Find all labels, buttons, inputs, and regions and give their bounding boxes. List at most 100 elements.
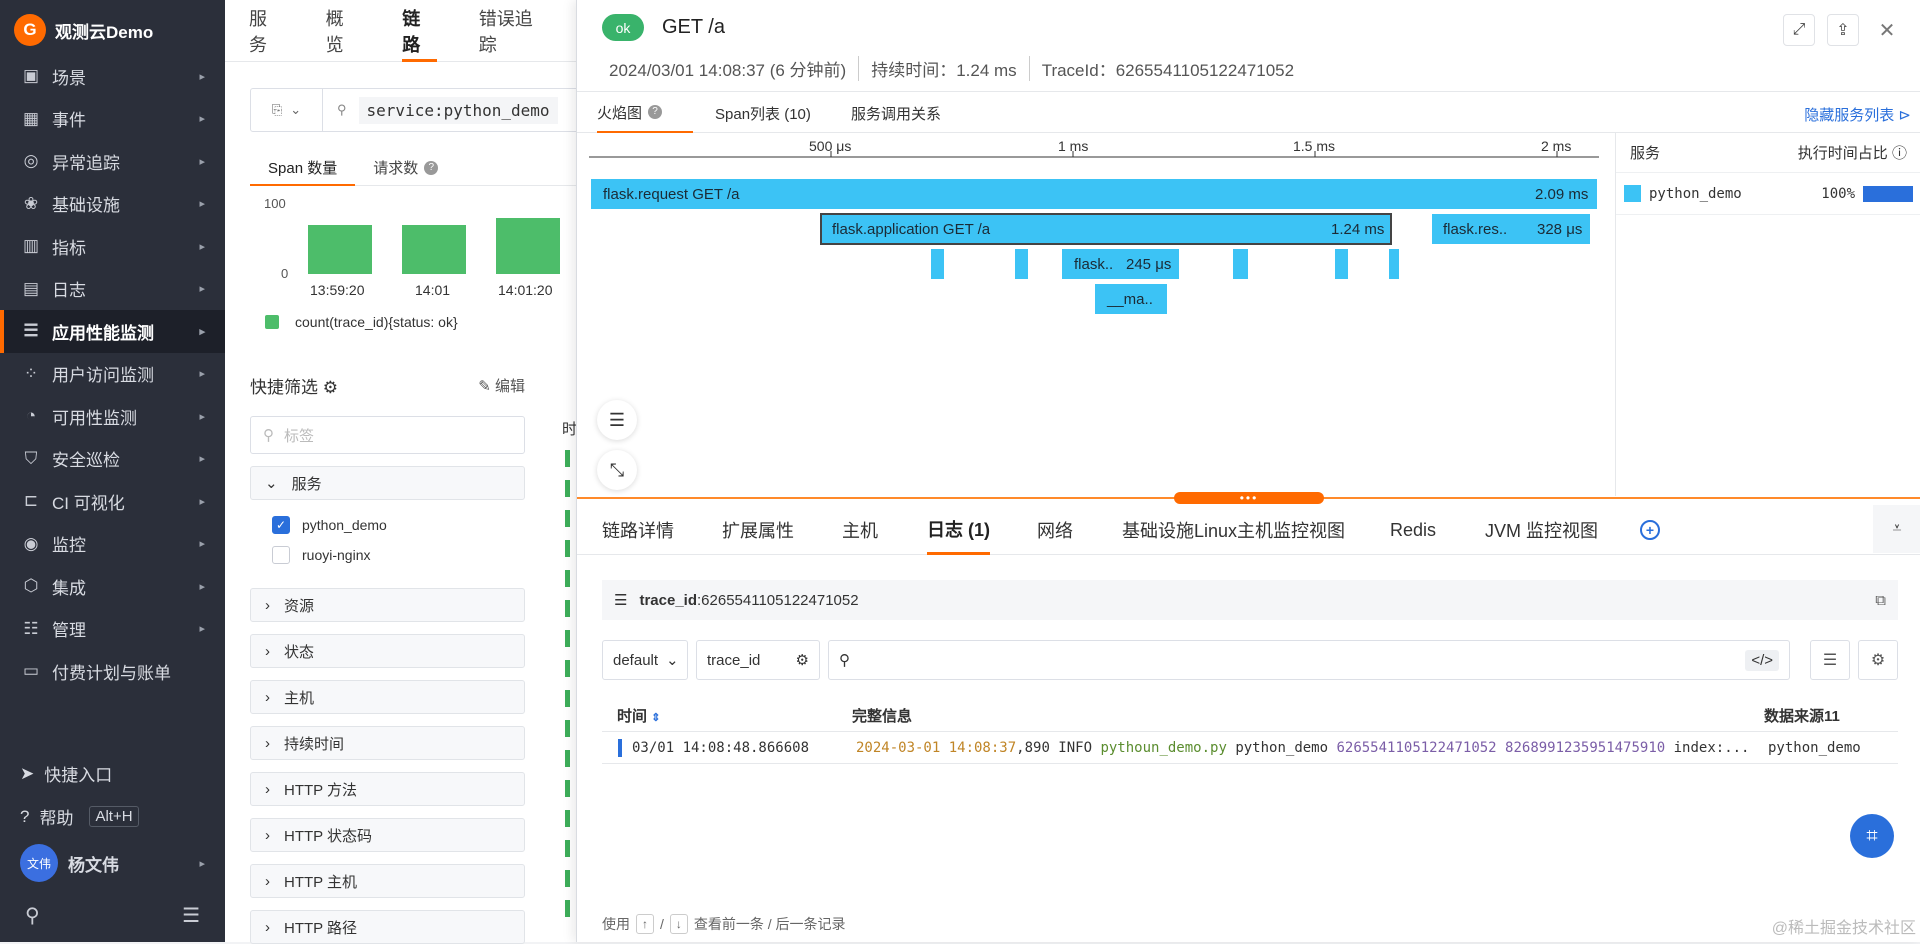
filter-group-service[interactable]: ⌄ 服务 [250,466,525,500]
gear-icon[interactable]: ⚙ [323,378,338,397]
table-row[interactable] [565,690,570,707]
open-external-icon[interactable]: ⧉ [1875,592,1886,609]
sidebar-item-monitoring[interactable]: ◉ 监控 ▸ [0,523,225,566]
table-row[interactable] [565,570,570,587]
filter-expression[interactable]: trace_id:6265541105122471052 [639,592,858,609]
list-view-icon[interactable]: ☰ [1810,640,1850,680]
trace-id[interactable]: TraceId：6265541105122471052 [1030,56,1306,81]
filter-group-http-host[interactable]: › HTTP 主机 [250,864,525,898]
log-search-input[interactable]: ⚲ </> [828,640,1790,680]
field-select[interactable]: trace_id ⚙ [696,640,820,680]
settings-icon[interactable]: ⚙ [1858,640,1898,680]
user-menu[interactable]: 文伟 杨文伟 ▸ [0,838,225,888]
brand-logo[interactable]: G 观测云Demo [14,14,153,46]
chart-legend[interactable]: count(trace_id){status: ok} [265,314,458,330]
screenshot-scan-icon[interactable]: ⌗ [1850,814,1894,858]
table-row[interactable] [565,660,570,677]
tab-trace-detail[interactable]: 链路详情 [602,505,674,555]
sidebar-item-ci[interactable]: ⊏ CI 可视化 ▸ [0,480,225,523]
quick-entry-link[interactable]: ➤ 快捷入口 [0,752,225,795]
table-row[interactable]: 03/01 14:08:48.866608 2024-03-01 14:08:3… [602,732,1898,764]
tab-network[interactable]: 网络 [1037,505,1073,555]
tab-request-count[interactable]: 请求数? [355,150,456,185]
tab-error-tracking[interactable]: 错误追踪 [479,0,548,62]
table-row[interactable] [565,510,570,527]
sidebar-item-metrics[interactable]: ▥ 指标 ▸ [0,225,225,268]
gear-icon[interactable]: ⚙ [796,651,809,669]
help-link[interactable]: ? 帮助 Alt+H [0,795,225,838]
table-row[interactable] [565,780,570,797]
table-row[interactable] [565,540,570,557]
checkbox-checked[interactable]: ✓ [272,516,290,534]
tab-extended-attributes[interactable]: 扩展属性 [722,505,794,555]
tab-logs[interactable]: 日志 (1) [927,505,990,555]
sidebar-item-logs[interactable]: ▤ 日志 ▸ [0,268,225,311]
tab-flame-graph[interactable]: 火焰图? [597,93,693,133]
close-icon[interactable]: ✕ [1871,14,1903,46]
search-token[interactable]: service:python_demo [358,96,558,124]
sidebar-item-scenes[interactable]: ▣ 场景 ▸ [0,55,225,98]
span-tree-toggle-icon[interactable]: ☰ [597,400,637,440]
code-view-icon[interactable]: </> [1745,649,1779,671]
filter-group-duration[interactable]: › 持续时间 [250,726,525,760]
filter-group-status[interactable]: › 状态 [250,634,525,668]
table-row[interactable] [565,870,570,887]
table-row[interactable] [565,600,570,617]
sort-icon[interactable]: ⇕ [651,712,660,724]
filter-group-host[interactable]: › 主机 [250,680,525,714]
table-row[interactable] [565,900,570,917]
sidebar-item-billing[interactable]: ▭ 付费计划与账单 [0,650,225,693]
table-row[interactable] [565,450,570,467]
sidebar-item-synthetics[interactable]: ◔ 可用性监测 ▸ [0,395,225,438]
tag-search-input[interactable]: ⚲ 标签 [250,416,525,454]
tab-service-map[interactable]: 服务调用关系 [851,93,941,133]
log-controls: default ⌄ trace_id ⚙ ⚲ </> ☰ ⚙ [602,640,1898,680]
sidebar-item-events[interactable]: ▦ 事件 ▸ [0,98,225,141]
filter-option-ruoyi-nginx[interactable]: ruoyi-nginx [250,540,590,570]
service-row[interactable]: python_demo 100% [1616,173,1920,215]
fullscreen-icon[interactable]: ⤢ [1783,14,1815,46]
tab-services[interactable]: 服务 [249,0,284,62]
filter-group-http-path[interactable]: › HTTP 路径 [250,910,525,944]
collapse-arrows-icon[interactable]: ⤡ [597,450,637,490]
sidebar-item-integrations[interactable]: ⬡ 集成 ▸ [0,565,225,608]
add-tab-icon[interactable]: + [1640,520,1660,540]
user-settings-icon[interactable]: ⚲ [25,903,40,928]
share-icon[interactable]: ⇪ [1827,14,1859,46]
filter-group-http-status[interactable]: › HTTP 状态码 [250,818,525,852]
sidebar-item-rum[interactable]: ⁘ 用户访问监测 ▸ [0,353,225,396]
col-message: 完整信息 [852,708,913,725]
filter-group-resource[interactable]: › 资源 [250,588,525,622]
tab-jvm-view[interactable]: JVM 监控视图 [1485,505,1598,555]
checkbox[interactable] [272,546,290,564]
table-row[interactable] [565,480,570,497]
sidebar-item-apm[interactable]: ☰ 应用性能监测 ▸ [0,310,225,353]
sidebar-item-infrastructure[interactable]: ❀ 基础设施 ▸ [0,183,225,226]
table-row[interactable] [565,840,570,857]
sidebar-item-management[interactable]: ☷ 管理 ▸ [0,608,225,651]
table-row[interactable] [565,810,570,827]
sidebar-item-error-tracking[interactable]: ◎ 异常追踪 ▸ [0,140,225,183]
drag-handle[interactable]: ••• [1174,491,1324,505]
collapse-panel-icon[interactable]: ⩡ [1873,505,1920,553]
col-time[interactable]: 时间 ⇕ [602,705,852,726]
filter-option-python-demo[interactable]: ✓ python_demo [250,510,590,540]
table-row[interactable] [565,720,570,737]
tab-linux-host-view[interactable]: 基础设施Linux主机监控视图 [1122,505,1345,555]
query-mode-select[interactable]: ⎘ ⌄ [251,89,323,131]
tab-span-count[interactable]: Span 数量 [250,150,356,186]
tab-overview[interactable]: 概览 [326,0,361,62]
index-select[interactable]: default ⌄ [602,640,688,680]
table-row[interactable] [565,750,570,767]
edit-button[interactable]: ✎ 编辑 [478,375,525,396]
tab-redis[interactable]: Redis [1390,505,1436,555]
table-row[interactable] [565,630,570,647]
sidebar-item-security[interactable]: ⛉ 安全巡检 ▸ [0,438,225,481]
tab-traces[interactable]: 链路 [402,0,437,62]
hide-service-list-button[interactable]: 隐藏服务列表 ⊳ [1804,104,1911,125]
tab-span-list[interactable]: Span列表 (10) [715,93,811,133]
search-bar[interactable]: ⎘ ⌄ ⚲ service:python_demo [250,88,590,132]
filter-group-http-method[interactable]: › HTTP 方法 [250,772,525,806]
collapse-menu-icon[interactable]: ☰ [182,903,200,928]
tab-host[interactable]: 主机 [842,505,878,555]
